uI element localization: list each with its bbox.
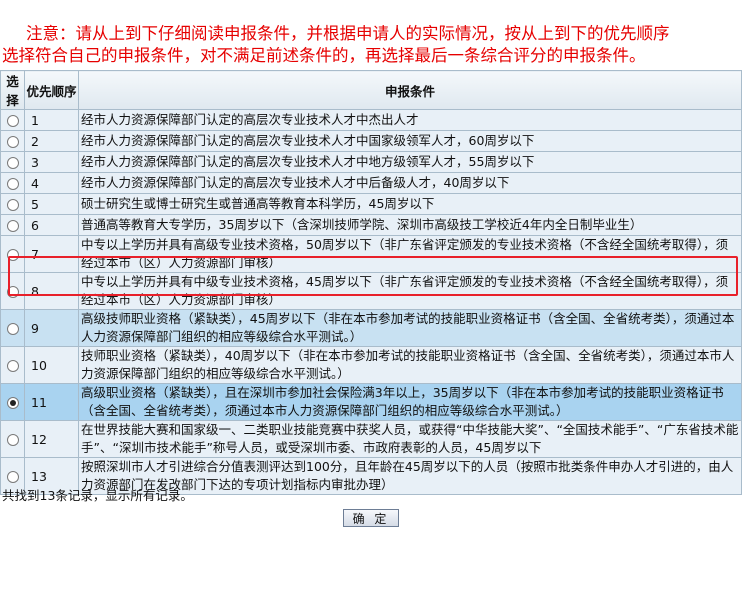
row-condition: 中专以上学历并具有中级专业技术资格，45周岁以下（非广东省评定颁发的专业技术资格… [78, 272, 742, 310]
table-row[interactable]: 6 普通高等教育大专学历，35周岁以下（含深圳技师学院、深圳市高级技工学校近4年… [0, 214, 742, 236]
table-row[interactable]: 5 硕士研究生或博士研究生或普通高等教育本科学历，45周岁以下 [0, 193, 742, 215]
table-row[interactable]: 4 经市人力资源保障部门认定的高层次专业技术人才中后备级人才，40周岁以下 [0, 172, 742, 194]
radio-button[interactable] [6, 434, 19, 446]
row-radio-cell[interactable] [0, 214, 25, 236]
row-radio-cell[interactable] [0, 235, 25, 273]
row-radio-cell[interactable] [0, 272, 25, 310]
row-number: 10 [24, 346, 79, 384]
notice-text: 注意：请从上到下仔细阅读申报条件，并根据申请人的实际情况，按从上到下的优先顺序 … [0, 22, 742, 67]
record-count: 共找到13条记录，显示所有记录。 [2, 488, 193, 503]
radio-button[interactable] [6, 178, 19, 190]
row-condition: 中专以上学历并具有高级专业技术资格，50周岁以下（非广东省评定颁发的专业技术资格… [78, 235, 742, 273]
row-number: 7 [24, 235, 79, 273]
row-number: 2 [24, 130, 79, 152]
table-row[interactable]: 1 经市人力资源保障部门认定的高层次专业技术人才中杰出人才 [0, 109, 742, 131]
row-number: 12 [24, 420, 79, 458]
radio-button[interactable] [6, 157, 19, 169]
radio-button-checked[interactable] [6, 397, 19, 409]
row-condition: 硕士研究生或博士研究生或普通高等教育本科学历，45周岁以下 [78, 193, 742, 215]
row-condition: 高级职业资格（紧缺类），且在深圳市参加社会保险满3年以上，35周岁以下（非在本市… [78, 383, 742, 421]
header-select: 选择 [0, 70, 25, 110]
radio-button[interactable] [6, 249, 19, 261]
radio-button[interactable] [6, 136, 19, 148]
row-radio-cell[interactable] [0, 109, 25, 131]
table-header: 选择 优先顺序 申报条件 [0, 70, 742, 110]
radio-button[interactable] [6, 286, 19, 298]
radio-button[interactable] [6, 220, 19, 232]
row-radio-cell[interactable] [0, 346, 25, 384]
row-radio-cell[interactable] [0, 172, 25, 194]
row-number: 6 [24, 214, 79, 236]
confirm-button[interactable]: 确 定 [343, 509, 399, 527]
row-number: 9 [24, 309, 79, 347]
row-radio-cell[interactable] [0, 420, 25, 458]
table-row-selected[interactable]: 11 高级职业资格（紧缺类），且在深圳市参加社会保险满3年以上，35周岁以下（非… [0, 383, 742, 421]
row-number: 11 [24, 383, 79, 421]
header-priority: 优先顺序 [24, 70, 79, 110]
row-number: 3 [24, 151, 79, 173]
table-row[interactable]: 12 在世界技能大赛和国家级一、二类职业技能竞赛中获奖人员，或获得“中华技能大奖… [0, 420, 742, 458]
row-condition: 技师职业资格（紧缺类），40周岁以下（非在本市参加考试的技能职业资格证书（含全国… [78, 346, 742, 384]
row-radio-cell[interactable] [0, 383, 25, 421]
row-number: 5 [24, 193, 79, 215]
radio-button[interactable] [6, 360, 19, 372]
row-condition: 高级技师职业资格（紧缺类），45周岁以下（非在本市参加考试的技能职业资格证书（含… [78, 309, 742, 347]
row-condition: 经市人力资源保障部门认定的高层次专业技术人才中地方级领军人才，55周岁以下 [78, 151, 742, 173]
notice-line-2: 选择符合自己的申报条件，对不满足前述条件的，再选择最后一条综合评分的申报条件。 [2, 46, 646, 65]
conditions-table: 选择 优先顺序 申报条件 1 经市人力资源保障部门认定的高层次专业技术人才中杰出… [0, 70, 742, 495]
row-condition: 经市人力资源保障部门认定的高层次专业技术人才中后备级人才，40周岁以下 [78, 172, 742, 194]
row-number: 4 [24, 172, 79, 194]
radio-button[interactable] [6, 323, 19, 335]
row-condition: 经市人力资源保障部门认定的高层次专业技术人才中杰出人才 [78, 109, 742, 131]
table-row[interactable]: 2 经市人力资源保障部门认定的高层次专业技术人才中国家级领军人才，60周岁以下 [0, 130, 742, 152]
table-row[interactable]: 8 中专以上学历并具有中级专业技术资格，45周岁以下（非广东省评定颁发的专业技术… [0, 272, 742, 310]
radio-button[interactable] [6, 199, 19, 211]
row-condition: 经市人力资源保障部门认定的高层次专业技术人才中国家级领军人才，60周岁以下 [78, 130, 742, 152]
header-condition: 申报条件 [78, 70, 742, 110]
table-row[interactable]: 9 高级技师职业资格（紧缺类），45周岁以下（非在本市参加考试的技能职业资格证书… [0, 309, 742, 347]
row-radio-cell[interactable] [0, 130, 25, 152]
radio-button[interactable] [6, 115, 19, 127]
radio-button[interactable] [6, 471, 19, 483]
row-radio-cell[interactable] [0, 309, 25, 347]
table-row[interactable]: 3 经市人力资源保障部门认定的高层次专业技术人才中地方级领军人才，55周岁以下 [0, 151, 742, 173]
row-condition: 普通高等教育大专学历，35周岁以下（含深圳技师学院、深圳市高级技工学校近4年内全… [78, 214, 742, 236]
table-row[interactable]: 7 中专以上学历并具有高级专业技术资格，50周岁以下（非广东省评定颁发的专业技术… [0, 235, 742, 273]
table-row[interactable]: 10 技师职业资格（紧缺类），40周岁以下（非在本市参加考试的技能职业资格证书（… [0, 346, 742, 384]
row-number: 1 [24, 109, 79, 131]
row-number: 8 [24, 272, 79, 310]
row-radio-cell[interactable] [0, 193, 25, 215]
row-condition: 在世界技能大赛和国家级一、二类职业技能竞赛中获奖人员，或获得“中华技能大奖”、“… [78, 420, 742, 458]
notice-line-1: 注意：请从上到下仔细阅读申报条件，并根据申请人的实际情况，按从上到下的优先顺序 [26, 24, 670, 43]
row-radio-cell[interactable] [0, 151, 25, 173]
